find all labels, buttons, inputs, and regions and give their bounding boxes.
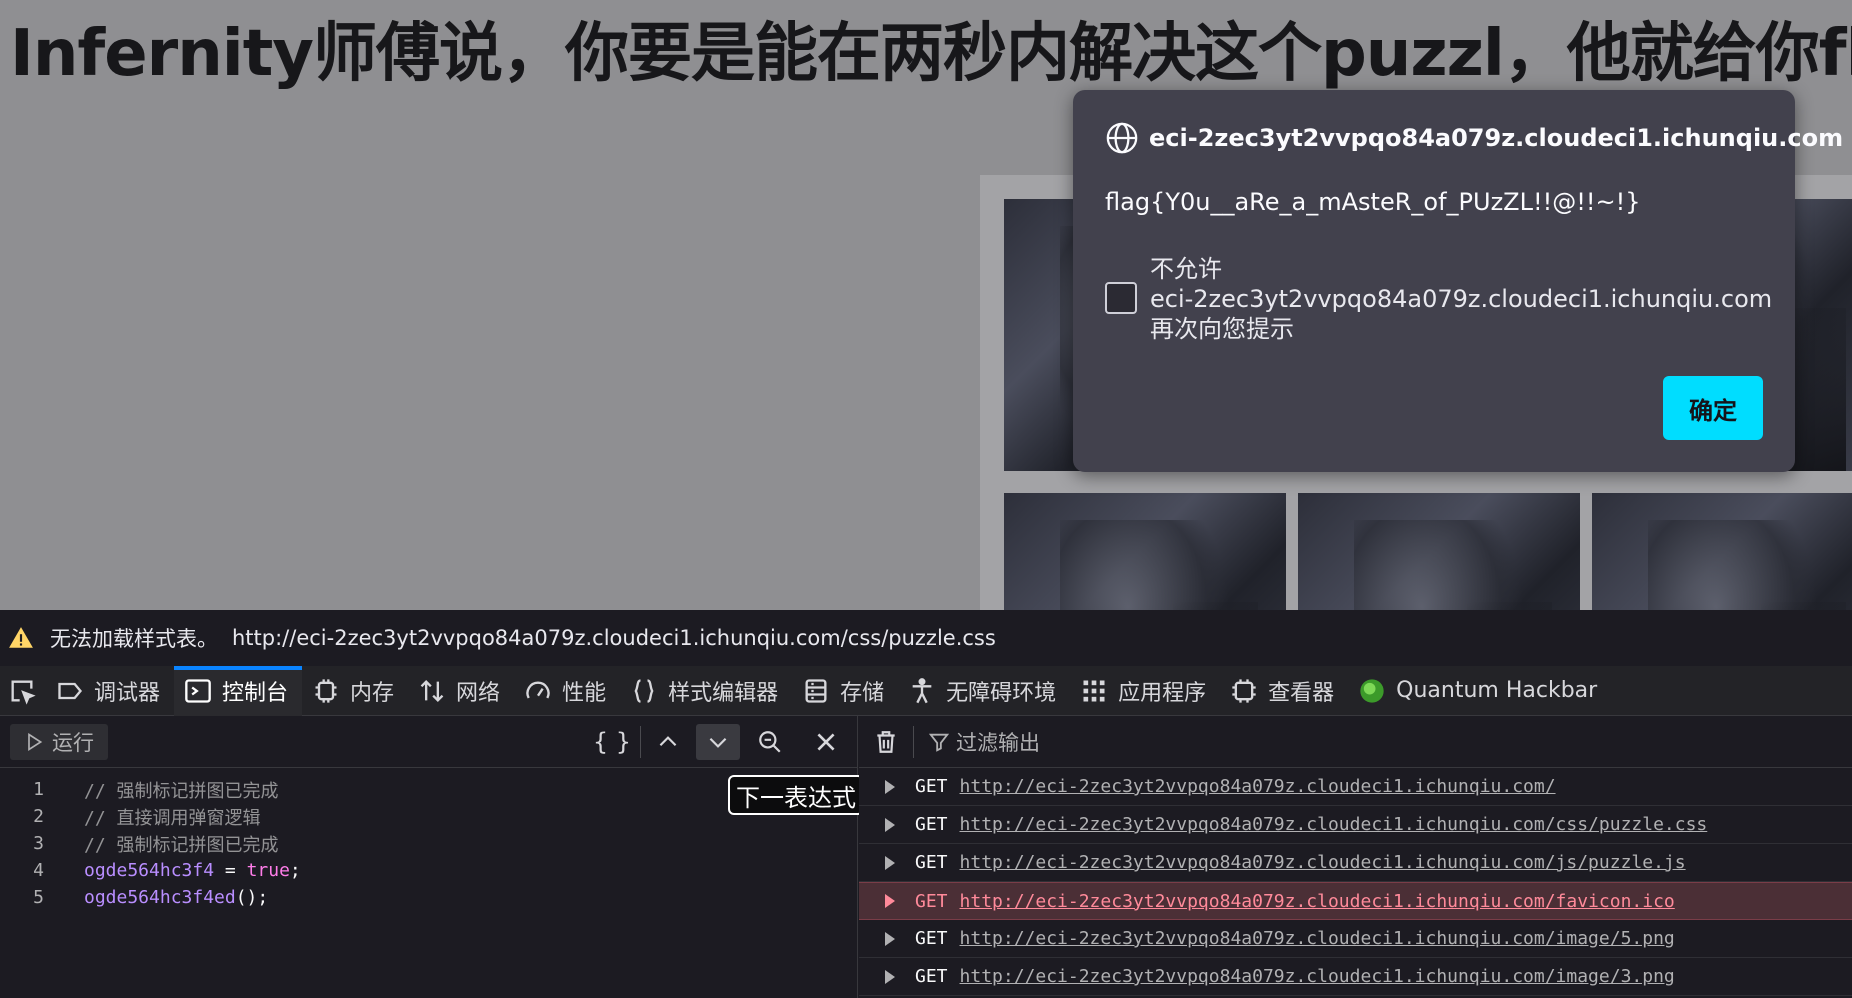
hackbar-icon <box>1360 678 1384 703</box>
web-page: Infernity师傅说，你要是能在两秒内解决这个puzzl，他就给你fla e… <box>0 0 1852 610</box>
expand-triangle-icon[interactable] <box>885 779 895 794</box>
tab-accessibility[interactable]: 无障碍环境 <box>898 666 1070 716</box>
puzzle-tile[interactable] <box>1004 493 1286 610</box>
tab-performance[interactable]: 性能 <box>514 666 620 716</box>
expand-triangle-icon[interactable] <box>885 817 895 832</box>
request-url-link[interactable]: http://eci-2zec3yt2vvpqo84a079z.cloudeci… <box>960 891 1675 912</box>
tab-application[interactable]: 应用程序 <box>1070 666 1220 716</box>
puzzle-tile[interactable] <box>1298 493 1580 610</box>
dont-allow-label[interactable]: 不允许 eci-2zec3yt2vvpqo84a079z.cloudeci1.i… <box>1150 254 1772 344</box>
network-request-row[interactable]: GET http://eci-2zec3yt2vvpqo84a079z.clou… <box>859 958 1852 996</box>
tab-network[interactable]: 网络 <box>408 666 514 716</box>
stylesheet-warning-bar: 无法加载样式表。 http://eci-2zec3yt2vvpqo84a079z… <box>0 610 1852 666</box>
run-button[interactable]: 运行 <box>10 724 108 760</box>
code-line: 4 ogde564hc3f4 = true; <box>33 860 301 881</box>
warning-text: 无法加载样式表。 <box>50 627 218 651</box>
warning-icon <box>9 627 33 648</box>
alert-origin: eci-2zec3yt2vvpqo84a079z.cloudeci1.ichun… <box>1149 124 1844 152</box>
next-expression-tooltip: 下一表达式 <box>728 775 864 815</box>
request-url-link[interactable]: http://eci-2zec3yt2vvpqo84a079z.cloudeci… <box>960 814 1708 835</box>
alert-message: flag{Y0u__aRe_a_mAsteR_of_PUzZL!!@!!~!} <box>1105 188 1641 216</box>
performance-icon <box>526 681 550 699</box>
network-request-row[interactable]: GET http://eci-2zec3yt2vvpqo84a079z.clou… <box>859 806 1852 844</box>
dont-allow-checkbox[interactable] <box>1105 282 1137 314</box>
trash-icon[interactable] <box>873 729 899 755</box>
filter-output-input[interactable]: 过滤输出 <box>956 727 1040 757</box>
network-icon <box>420 679 444 702</box>
request-url-link[interactable]: http://eci-2zec3yt2vvpqo84a079z.cloudeci… <box>960 966 1675 987</box>
alert-dialog: eci-2zec3yt2vvpqo84a079z.cloudeci1.ichun… <box>1073 90 1843 472</box>
page-title: Infernity师傅说，你要是能在两秒内解决这个puzzl，他就给你fla <box>10 17 1852 91</box>
tab-storage[interactable]: 存储 <box>792 666 898 716</box>
tab-console[interactable]: 控制台 <box>174 665 303 716</box>
style-editor-icon <box>634 678 654 703</box>
request-url-link[interactable]: http://eci-2zec3yt2vvpqo84a079z.cloudeci… <box>960 852 1686 873</box>
play-icon <box>28 732 43 752</box>
memory-icon <box>315 678 337 703</box>
code-line: 3// 强制标记拼图已完成 <box>33 833 279 856</box>
console-editor-pane: 运行 { } 1// 强制标记拼图已完成 2// 直接调用弹窗逻辑 3// 强制… <box>0 716 858 998</box>
editor-toolbar: 运行 { } <box>0 716 857 768</box>
globe-icon <box>1106 122 1138 154</box>
request-url-link[interactable]: http://eci-2zec3yt2vvpqo84a079z.cloudeci… <box>960 928 1675 949</box>
inspector-icon <box>1232 678 1256 703</box>
expand-triangle-icon[interactable] <box>885 855 895 870</box>
tab-quantum-hackbar[interactable]: Quantum Hackbar <box>1348 666 1611 716</box>
network-request-list: GET http://eci-2zec3yt2vvpqo84a079z.clou… <box>859 768 1852 996</box>
element-picker-icon <box>11 680 36 705</box>
network-request-row[interactable]: GET http://eci-2zec3yt2vvpqo84a079z.clou… <box>859 844 1852 882</box>
network-request-row-error[interactable]: GET http://eci-2zec3yt2vvpqo84a079z.clou… <box>859 882 1852 920</box>
reverse-search-button[interactable] <box>748 724 792 760</box>
network-request-row[interactable]: GET http://eci-2zec3yt2vvpqo84a079z.clou… <box>859 920 1852 958</box>
previous-expression-button[interactable] <box>646 724 690 760</box>
chevron-up-icon <box>659 736 677 747</box>
expand-triangle-icon[interactable] <box>885 894 895 908</box>
warning-url[interactable]: http://eci-2zec3yt2vvpqo84a079z.cloudeci… <box>232 626 996 650</box>
tab-memory[interactable]: 内存 <box>302 666 408 716</box>
ok-button[interactable]: 确定 <box>1663 376 1763 440</box>
expand-triangle-icon[interactable] <box>885 931 895 946</box>
accessibility-icon <box>912 677 932 703</box>
close-icon <box>817 733 835 751</box>
application-icon <box>1083 680 1105 701</box>
element-picker-button[interactable] <box>0 666 46 716</box>
tab-debugger[interactable]: 调试器 <box>46 666 174 716</box>
output-toolbar: 过滤输出 <box>859 716 1852 768</box>
debugger-icon <box>58 682 83 699</box>
devtools-toolbar: 调试器 控制台 内存 网络 性能 样式编辑器 存储 无障碍环境 应用程序 查看器… <box>0 665 1852 716</box>
close-editor-button[interactable] <box>804 724 848 760</box>
pretty-print-button[interactable]: { } <box>590 724 634 760</box>
next-expression-button[interactable] <box>696 724 740 760</box>
tab-inspector[interactable]: 查看器 <box>1220 666 1348 716</box>
console-icon <box>185 678 211 703</box>
console-output-pane: 过滤输出 GET http://eci-2zec3yt2vvpqo84a079z… <box>859 716 1852 998</box>
expand-triangle-icon[interactable] <box>885 969 895 984</box>
filter-icon <box>928 733 950 752</box>
storage-icon <box>805 678 827 703</box>
request-url-link[interactable]: http://eci-2zec3yt2vvpqo84a079z.cloudeci… <box>960 776 1556 797</box>
code-line: 5 ogde564hc3f4ed (); <box>33 887 269 908</box>
chevron-down-icon <box>709 737 727 748</box>
tab-style-editor[interactable]: 样式编辑器 <box>620 666 792 716</box>
puzzle-tile[interactable] <box>1592 493 1852 610</box>
search-icon <box>759 731 781 753</box>
network-request-row[interactable]: GET http://eci-2zec3yt2vvpqo84a079z.clou… <box>859 768 1852 806</box>
